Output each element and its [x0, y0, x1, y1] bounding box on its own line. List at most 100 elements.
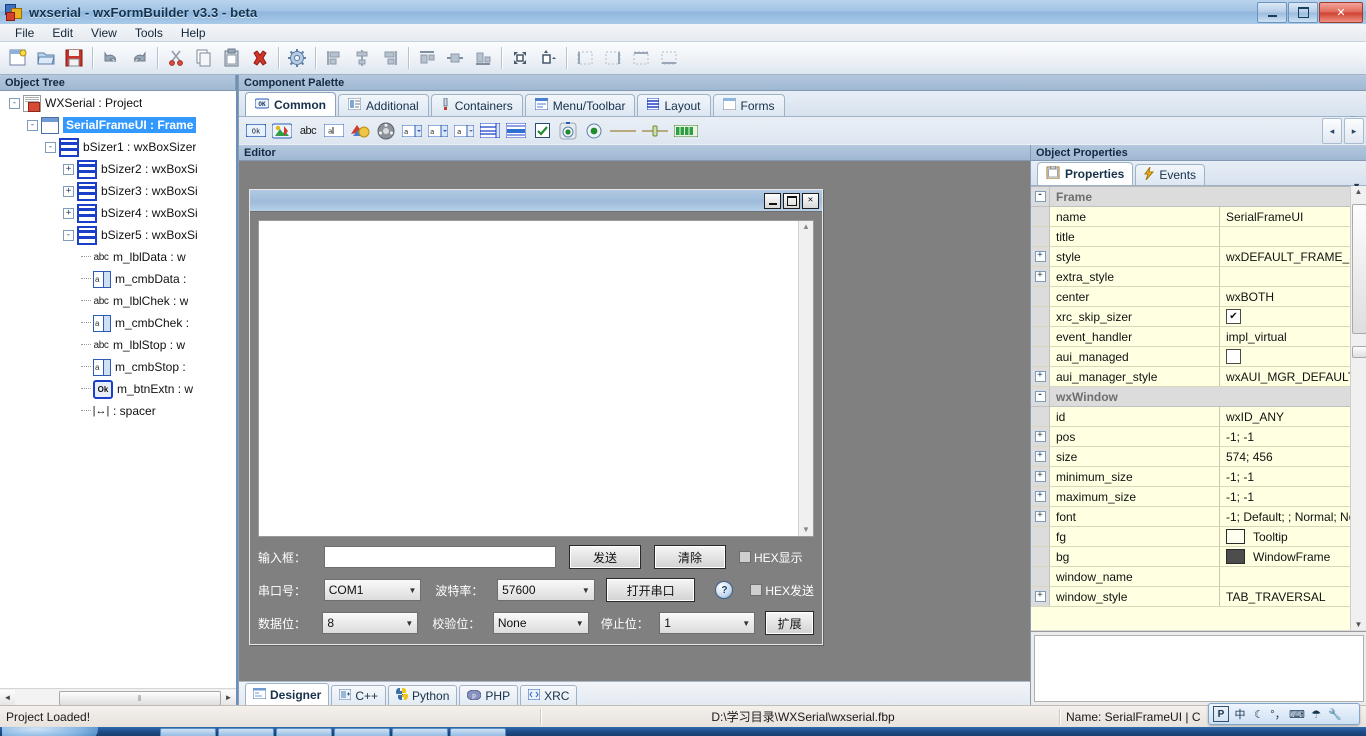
- palette-scroll-left-icon[interactable]: ◂: [1322, 118, 1342, 144]
- tree-toggle-icon[interactable]: -: [27, 119, 38, 131]
- align-center-h-icon[interactable]: [348, 44, 376, 72]
- property-value-cell[interactable]: -1; -1: [1220, 487, 1366, 506]
- property-value-cell[interactable]: Tooltip: [1220, 527, 1366, 546]
- wxSlider-icon[interactable]: [641, 121, 669, 141]
- property-value-cell[interactable]: [1220, 227, 1366, 246]
- ime-chinese-mode-icon[interactable]: 中: [1232, 706, 1248, 722]
- events-tab[interactable]: Events: [1135, 164, 1206, 185]
- hex-send-box-icon[interactable]: [750, 584, 763, 596]
- property-expander[interactable]: +: [1031, 447, 1050, 466]
- ime-logo-icon[interactable]: P: [1213, 706, 1229, 722]
- align-center-v-icon[interactable]: [441, 44, 469, 72]
- property-checkbox[interactable]: [1226, 349, 1241, 364]
- property-value-cell[interactable]: ✔: [1220, 307, 1366, 326]
- open-port-button[interactable]: 打开串口: [605, 578, 696, 602]
- tree-node[interactable]: + bSizer4 : wxBoxSi: [1, 202, 235, 224]
- property-grid-vscrollbar[interactable]: ▲ ▼: [1350, 186, 1366, 630]
- taskbar-item[interactable]: [334, 728, 390, 736]
- border-top-icon[interactable]: [627, 44, 655, 72]
- tree-node[interactable]: a m_cmbChek :: [1, 312, 235, 334]
- property-row[interactable]: + window_style TAB_TRAVERSAL: [1031, 587, 1366, 607]
- palette-tab-layout[interactable]: Layout: [637, 94, 711, 116]
- wxChoice-icon[interactable]: a: [427, 121, 449, 141]
- tree-toggle-icon[interactable]: -: [63, 229, 74, 241]
- border-left-icon[interactable]: [571, 44, 599, 72]
- property-row[interactable]: bg WindowFrame: [1031, 547, 1366, 567]
- property-value-cell[interactable]: TAB_TRAVERSAL: [1220, 587, 1366, 606]
- new-project-icon[interactable]: [4, 44, 32, 72]
- tree-toggle-icon[interactable]: +: [63, 163, 74, 175]
- wxTextCtrl-icon[interactable]: a: [323, 121, 345, 141]
- property-color-swatch[interactable]: [1226, 549, 1245, 564]
- delete-icon[interactable]: [246, 44, 274, 72]
- menu-tools[interactable]: Tools: [126, 25, 172, 41]
- ime-halfwidth-icon[interactable]: ☾: [1251, 706, 1267, 722]
- hex-display-box-icon[interactable]: [739, 551, 751, 563]
- editor-tab-xrc[interactable]: XRC: [520, 685, 578, 705]
- object-tree-list[interactable]: - WXSerial : Project - SerialFrameUI : Fram…: [0, 91, 236, 689]
- taskbar-item[interactable]: [276, 728, 332, 736]
- wxAnimationCtrl-icon[interactable]: [375, 121, 397, 141]
- tree-node[interactable]: a m_cmbStop :: [1, 356, 235, 378]
- parity-combobox[interactable]: None ▼: [492, 612, 589, 634]
- prop-scroll-up-icon[interactable]: ▲: [1355, 187, 1363, 196]
- property-expander[interactable]: +: [1031, 247, 1050, 266]
- editor-canvas[interactable]: ✕ ▲ ▼ 输入框： 发送 清除 HEX显示 串口号： COM1 ▼ 波特率： …: [239, 161, 1031, 705]
- minimize-button[interactable]: [1257, 2, 1287, 23]
- align-left-icon[interactable]: [320, 44, 348, 72]
- form-maximize-icon[interactable]: [783, 192, 800, 209]
- taskbar-item[interactable]: [218, 728, 274, 736]
- property-value-cell[interactable]: -1; Default; ; Normal; No: [1220, 507, 1366, 526]
- databits-combobox[interactable]: 8 ▼: [322, 612, 419, 634]
- tree-node[interactable]: a m_cmbData :: [1, 268, 235, 290]
- property-value-cell[interactable]: SerialFrameUI: [1220, 207, 1366, 226]
- editor-tab-python[interactable]: Python: [388, 685, 458, 705]
- property-row[interactable]: + maximum_size -1; -1: [1031, 487, 1366, 507]
- paste-icon[interactable]: [218, 44, 246, 72]
- close-button[interactable]: ✕: [1319, 2, 1363, 23]
- property-row[interactable]: aui_managed: [1031, 347, 1366, 367]
- baud-combobox[interactable]: 57600 ▼: [497, 579, 595, 601]
- property-expander[interactable]: +: [1031, 467, 1050, 486]
- tree-toggle-icon[interactable]: +: [63, 185, 74, 197]
- open-project-icon[interactable]: [32, 44, 60, 72]
- save-project-icon[interactable]: [60, 44, 88, 72]
- palette-tab-common[interactable]: OK Common: [245, 92, 336, 116]
- wxStaticBitmap-icon[interactable]: [349, 121, 371, 141]
- taskbar-item[interactable]: [160, 728, 216, 736]
- send-button[interactable]: 发送: [569, 545, 641, 569]
- undo-icon[interactable]: [97, 44, 125, 72]
- scroll-track[interactable]: ‖: [15, 689, 221, 706]
- property-checkbox[interactable]: ✔: [1226, 309, 1241, 324]
- property-row[interactable]: + minimum_size -1; -1: [1031, 467, 1366, 487]
- ime-settings-icon[interactable]: 🔧: [1327, 706, 1343, 722]
- wxStaticLine-icon[interactable]: [609, 121, 637, 141]
- property-row[interactable]: title: [1031, 227, 1366, 247]
- form-minimize-icon[interactable]: [764, 192, 781, 209]
- hex-display-checkbox[interactable]: HEX显示: [739, 549, 803, 566]
- property-row[interactable]: + size 574; 456: [1031, 447, 1366, 467]
- property-value-cell[interactable]: WindowFrame: [1220, 547, 1366, 566]
- tree-node[interactable]: abc m_lblChek : w: [1, 290, 235, 312]
- property-value-cell[interactable]: wxDEFAULT_FRAME_ST: [1220, 247, 1366, 266]
- property-value-cell[interactable]: [1220, 387, 1366, 406]
- copy-icon[interactable]: [190, 44, 218, 72]
- tree-node[interactable]: + bSizer2 : wxBoxSi: [1, 158, 235, 180]
- property-expander[interactable]: +: [1031, 367, 1050, 386]
- wxCheckBox-icon[interactable]: [531, 121, 553, 141]
- property-value-cell[interactable]: wxID_ANY: [1220, 407, 1366, 426]
- start-button[interactable]: [2, 727, 98, 736]
- property-value-cell[interactable]: wxAUI_MGR_DEFAULT: [1220, 367, 1366, 386]
- property-value-cell[interactable]: [1220, 187, 1366, 206]
- property-value-cell[interactable]: [1220, 347, 1366, 366]
- prop-scroll-thumb-secondary[interactable]: [1352, 346, 1366, 358]
- property-row[interactable]: window_name: [1031, 567, 1366, 587]
- ime-softkeyboard-icon[interactable]: ⌨: [1289, 706, 1305, 722]
- menu-view[interactable]: View: [82, 25, 126, 41]
- tree-node[interactable]: - bSizer1 : wxBoxSizer: [1, 136, 235, 158]
- taskbar-item[interactable]: [392, 728, 448, 736]
- chevron-down-icon[interactable]: ▼: [405, 619, 413, 628]
- tree-node[interactable]: Ok m_btnExtn : w: [1, 378, 235, 400]
- property-value-cell[interactable]: 574; 456: [1220, 447, 1366, 466]
- property-expander[interactable]: +: [1031, 507, 1050, 526]
